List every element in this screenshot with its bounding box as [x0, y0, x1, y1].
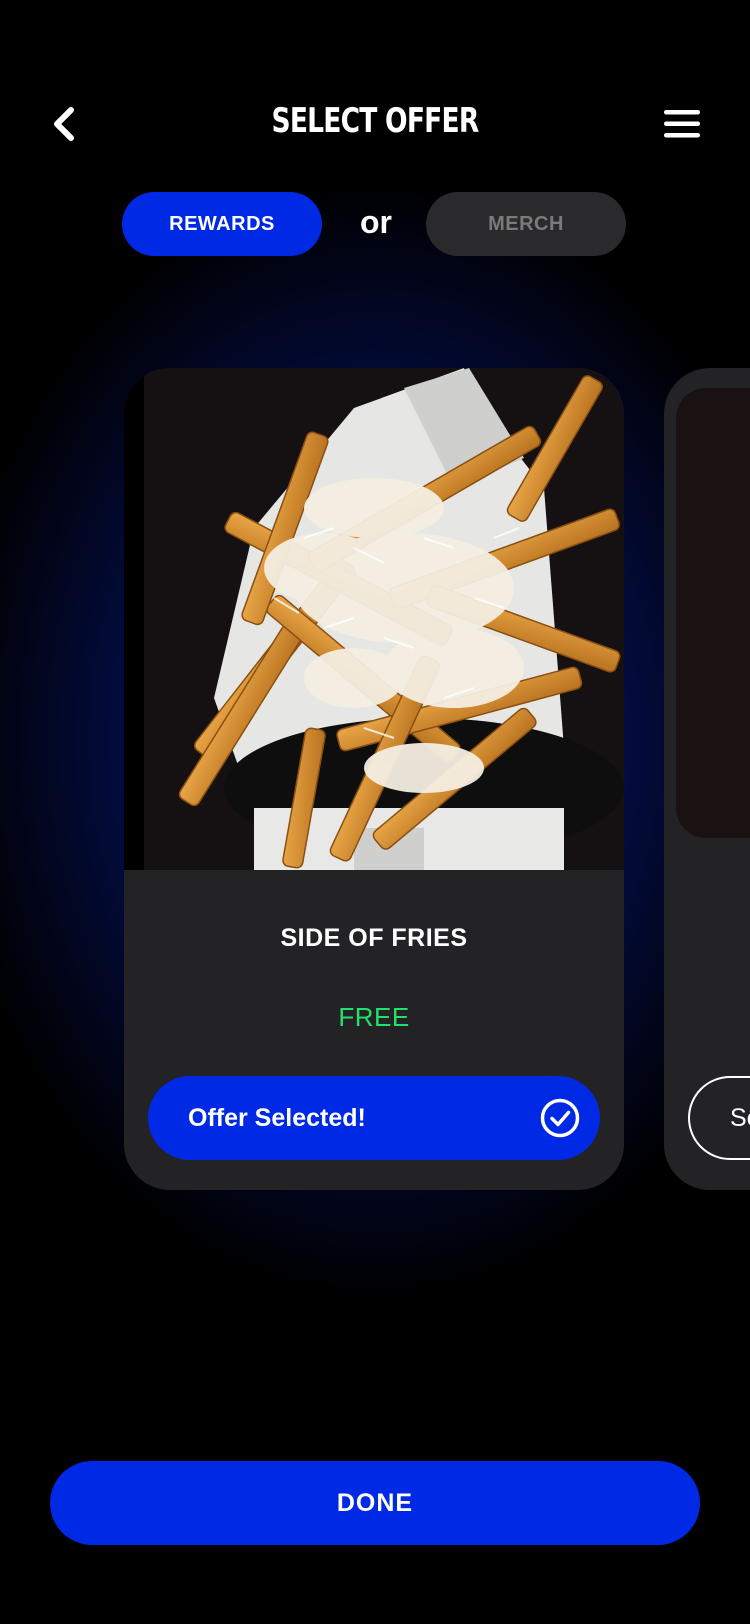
- check-circle-icon: [540, 1098, 580, 1138]
- chevron-left-icon: [54, 107, 74, 141]
- offer-selected-label: Offer Selected!: [188, 1104, 366, 1132]
- rewards-tab[interactable]: REWARDS: [122, 192, 322, 256]
- select-offer-screen: SELECT OFFER REWARDS or MERCH SIDE OF FR…: [0, 0, 750, 1624]
- next-offer-photo: [676, 388, 750, 838]
- toggle-separator: or: [360, 204, 392, 240]
- back-button[interactable]: [44, 100, 84, 148]
- hamburger-menu-icon: [664, 110, 700, 138]
- offer-selected-button[interactable]: Offer Selected!: [148, 1076, 600, 1160]
- merch-tab[interactable]: MERCH: [426, 192, 626, 256]
- menu-button[interactable]: [660, 104, 706, 144]
- select-offer-label: Se: [730, 1104, 750, 1132]
- offer-name: SIDE OF FRIES: [280, 924, 468, 952]
- offer-price: FREE: [338, 1002, 410, 1032]
- parmesan-fries-photo: [124, 368, 624, 870]
- next-offer-card[interactable]: Se: [664, 368, 750, 1190]
- page-title: SELECT OFFER: [271, 101, 480, 141]
- offer-card[interactable]: SIDE OF FRIES FREE Offer Selected!: [124, 368, 624, 1190]
- done-button[interactable]: DONE: [50, 1461, 700, 1545]
